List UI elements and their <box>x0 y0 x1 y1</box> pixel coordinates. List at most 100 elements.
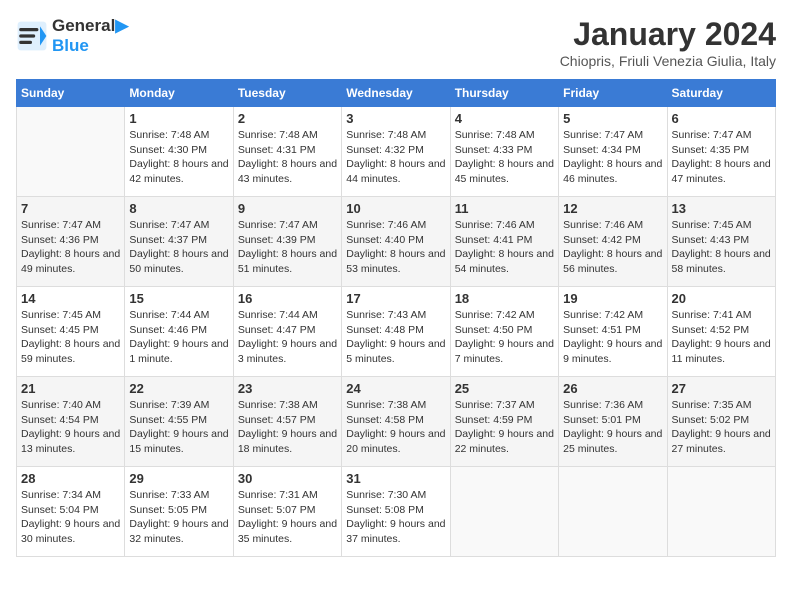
cell-info: Sunrise: 7:30 AMSunset: 5:08 PMDaylight:… <box>346 488 445 547</box>
day-number: 30 <box>238 471 337 486</box>
calendar-header: SundayMondayTuesdayWednesdayThursdayFrid… <box>17 80 776 107</box>
day-number: 23 <box>238 381 337 396</box>
calendar-cell <box>667 467 775 557</box>
day-number: 25 <box>455 381 554 396</box>
cell-info: Sunrise: 7:35 AMSunset: 5:02 PMDaylight:… <box>672 398 771 457</box>
day-number: 11 <box>455 201 554 216</box>
header-day-thursday: Thursday <box>450 80 558 107</box>
header-day-tuesday: Tuesday <box>233 80 341 107</box>
calendar-cell: 26 Sunrise: 7:36 AMSunset: 5:01 PMDayligh… <box>559 377 667 467</box>
week-row-5: 28 Sunrise: 7:34 AMSunset: 5:04 PMDayligh… <box>17 467 776 557</box>
day-number: 26 <box>563 381 662 396</box>
calendar-cell: 22 Sunrise: 7:39 AMSunset: 4:55 PMDayligh… <box>125 377 233 467</box>
cell-info: Sunrise: 7:48 AMSunset: 4:32 PMDaylight:… <box>346 128 445 187</box>
calendar-cell: 6 Sunrise: 7:47 AMSunset: 4:35 PMDaylight… <box>667 107 775 197</box>
month-title: January 2024 <box>560 16 776 53</box>
cell-info: Sunrise: 7:36 AMSunset: 5:01 PMDaylight:… <box>563 398 662 457</box>
calendar-body: 1Sunrise: 7:48 AMSunset: 4:30 PMDaylight… <box>17 107 776 557</box>
day-number: 15 <box>129 291 228 306</box>
week-row-1: 1Sunrise: 7:48 AMSunset: 4:30 PMDaylight… <box>17 107 776 197</box>
cell-info: Sunrise: 7:47 AMSunset: 4:39 PMDaylight:… <box>238 218 337 277</box>
day-number: 3 <box>346 111 445 126</box>
calendar-cell: 8Sunrise: 7:47 AMSunset: 4:37 PMDaylight… <box>125 197 233 287</box>
calendar-cell: 17 Sunrise: 7:43 AMSunset: 4:48 PMDayligh… <box>342 287 450 377</box>
cell-info: Sunrise: 7:41 AMSunset: 4:52 PMDaylight:… <box>672 308 771 367</box>
calendar-cell: 16 Sunrise: 7:44 AMSunset: 4:47 PMDayligh… <box>233 287 341 377</box>
calendar-cell: 30Sunrise: 7:31 AMSunset: 5:07 PMDayligh… <box>233 467 341 557</box>
cell-info: Sunrise: 7:48 AMSunset: 4:31 PMDaylight:… <box>238 128 337 187</box>
cell-info: Sunrise: 7:38 AMSunset: 4:58 PMDaylight:… <box>346 398 445 457</box>
calendar-cell: 19 Sunrise: 7:42 AMSunset: 4:51 PMDayligh… <box>559 287 667 377</box>
cell-info: Sunrise: 7:43 AMSunset: 4:48 PMDaylight:… <box>346 308 445 367</box>
day-number: 19 <box>563 291 662 306</box>
day-number: 9 <box>238 201 337 216</box>
title-area: January 2024 Chiopris, Friuli Venezia Gi… <box>560 16 776 69</box>
calendar-cell: 13Sunrise: 7:45 AMSunset: 4:43 PMDayligh… <box>667 197 775 287</box>
day-number: 24 <box>346 381 445 396</box>
cell-info: Sunrise: 7:39 AMSunset: 4:55 PMDaylight:… <box>129 398 228 457</box>
day-number: 7 <box>21 201 120 216</box>
header-day-sunday: Sunday <box>17 80 125 107</box>
cell-info: Sunrise: 7:33 AMSunset: 5:05 PMDaylight:… <box>129 488 228 547</box>
calendar-cell: 24 Sunrise: 7:38 AMSunset: 4:58 PMDayligh… <box>342 377 450 467</box>
calendar-cell: 5Sunrise: 7:47 AMSunset: 4:34 PMDaylight… <box>559 107 667 197</box>
calendar-table: SundayMondayTuesdayWednesdayThursdayFrid… <box>16 79 776 557</box>
calendar-cell: 31 Sunrise: 7:30 AMSunset: 5:08 PMDayligh… <box>342 467 450 557</box>
day-number: 14 <box>21 291 120 306</box>
cell-info: Sunrise: 7:44 AMSunset: 4:47 PMDaylight:… <box>238 308 337 367</box>
cell-info: Sunrise: 7:46 AMSunset: 4:41 PMDaylight:… <box>455 218 554 277</box>
logo-subtext: Blue <box>52 36 128 56</box>
cell-info: Sunrise: 7:48 AMSunset: 4:33 PMDaylight:… <box>455 128 554 187</box>
calendar-cell: 18Sunrise: 7:42 AMSunset: 4:50 PMDayligh… <box>450 287 558 377</box>
calendar-cell: 21 Sunrise: 7:40 AMSunset: 4:54 PMDayligh… <box>17 377 125 467</box>
cell-info: Sunrise: 7:40 AMSunset: 4:54 PMDaylight:… <box>21 398 120 457</box>
day-number: 27 <box>672 381 771 396</box>
cell-info: Sunrise: 7:42 AMSunset: 4:51 PMDaylight:… <box>563 308 662 367</box>
calendar-cell <box>17 107 125 197</box>
day-number: 13 <box>672 201 771 216</box>
cell-info: Sunrise: 7:48 AMSunset: 4:30 PMDaylight:… <box>129 128 228 187</box>
day-number: 16 <box>238 291 337 306</box>
day-number: 4 <box>455 111 554 126</box>
cell-info: Sunrise: 7:47 AMSunset: 4:35 PMDaylight:… <box>672 128 771 187</box>
day-number: 6 <box>672 111 771 126</box>
calendar-cell: 3 Sunrise: 7:48 AMSunset: 4:32 PMDaylight… <box>342 107 450 197</box>
location: Chiopris, Friuli Venezia Giulia, Italy <box>560 53 776 69</box>
page-header: General▶ Blue January 2024 Chiopris, Fri… <box>16 16 776 69</box>
day-number: 22 <box>129 381 228 396</box>
calendar-cell: 28 Sunrise: 7:34 AMSunset: 5:04 PMDayligh… <box>17 467 125 557</box>
day-number: 29 <box>129 471 228 486</box>
calendar-cell <box>450 467 558 557</box>
day-number: 28 <box>21 471 120 486</box>
logo: General▶ Blue <box>16 16 128 57</box>
day-number: 17 <box>346 291 445 306</box>
calendar-cell: 11 Sunrise: 7:46 AMSunset: 4:41 PMDayligh… <box>450 197 558 287</box>
cell-info: Sunrise: 7:46 AMSunset: 4:40 PMDaylight:… <box>346 218 445 277</box>
logo-text: General▶ <box>52 16 128 36</box>
cell-info: Sunrise: 7:47 AMSunset: 4:34 PMDaylight:… <box>563 128 662 187</box>
calendar-cell: 20 Sunrise: 7:41 AMSunset: 4:52 PMDayligh… <box>667 287 775 377</box>
header-day-monday: Monday <box>125 80 233 107</box>
calendar-cell: 2Sunrise: 7:48 AMSunset: 4:31 PMDaylight… <box>233 107 341 197</box>
day-number: 31 <box>346 471 445 486</box>
calendar-cell: 9 Sunrise: 7:47 AMSunset: 4:39 PMDaylight… <box>233 197 341 287</box>
calendar-cell: 12 Sunrise: 7:46 AMSunset: 4:42 PMDayligh… <box>559 197 667 287</box>
calendar-cell: 25Sunrise: 7:37 AMSunset: 4:59 PMDayligh… <box>450 377 558 467</box>
header-day-saturday: Saturday <box>667 80 775 107</box>
day-number: 12 <box>563 201 662 216</box>
cell-info: Sunrise: 7:34 AMSunset: 5:04 PMDaylight:… <box>21 488 120 547</box>
cell-info: Sunrise: 7:46 AMSunset: 4:42 PMDaylight:… <box>563 218 662 277</box>
cell-info: Sunrise: 7:47 AMSunset: 4:36 PMDaylight:… <box>21 218 120 277</box>
cell-info: Sunrise: 7:45 AMSunset: 4:45 PMDaylight:… <box>21 308 120 367</box>
day-number: 20 <box>672 291 771 306</box>
header-day-wednesday: Wednesday <box>342 80 450 107</box>
calendar-cell <box>559 467 667 557</box>
calendar-cell: 29 Sunrise: 7:33 AMSunset: 5:05 PMDayligh… <box>125 467 233 557</box>
day-number: 21 <box>21 381 120 396</box>
calendar-cell: 1Sunrise: 7:48 AMSunset: 4:30 PMDaylight… <box>125 107 233 197</box>
week-row-3: 14 Sunrise: 7:45 AMSunset: 4:45 PMDayligh… <box>17 287 776 377</box>
day-number: 10 <box>346 201 445 216</box>
day-number: 18 <box>455 291 554 306</box>
header-row: SundayMondayTuesdayWednesdayThursdayFrid… <box>17 80 776 107</box>
logo-icon <box>16 20 48 52</box>
